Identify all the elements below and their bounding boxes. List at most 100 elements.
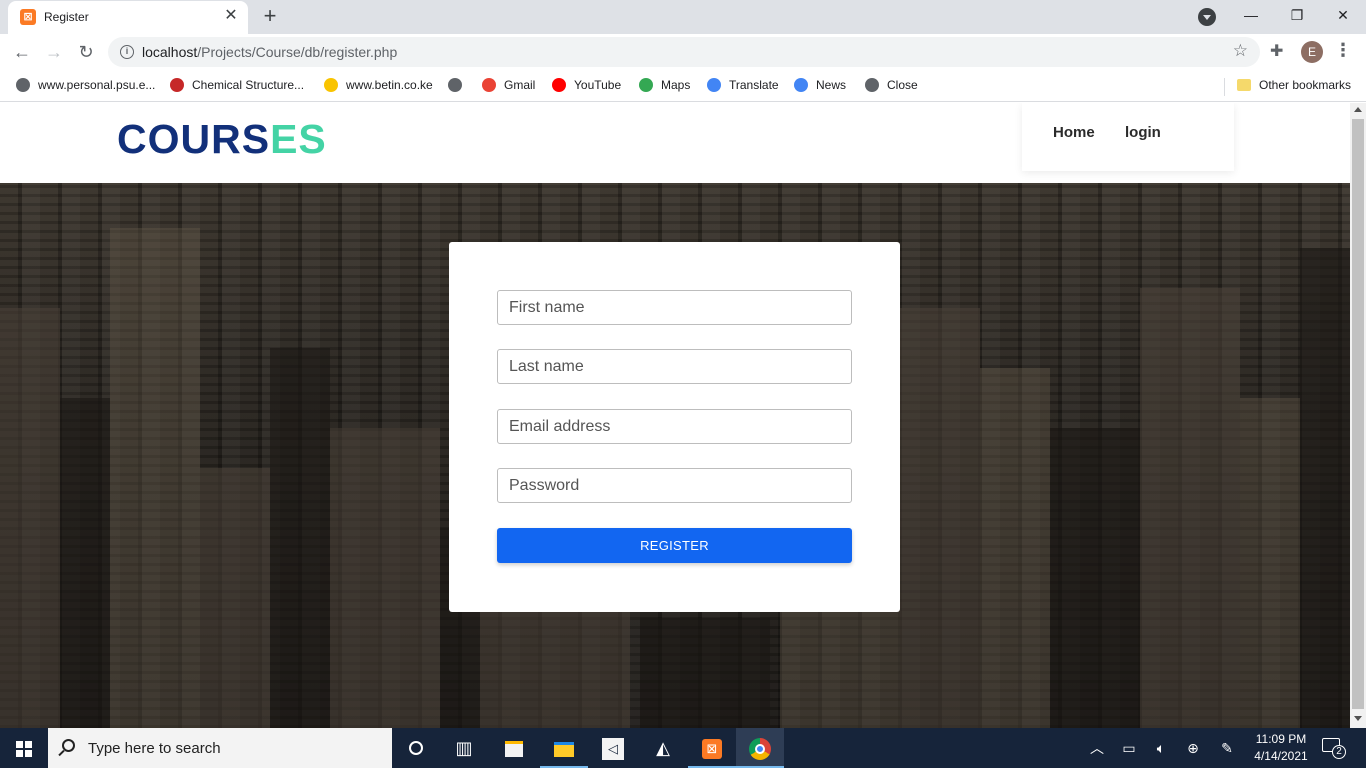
bookmark-label: Translate	[729, 78, 779, 92]
chemical-icon	[170, 78, 184, 92]
task-view-icon[interactable]: ▥	[440, 728, 488, 768]
forward-arrow-icon[interactable]: →	[41, 39, 67, 65]
email-input[interactable]	[497, 409, 852, 444]
profile-avatar[interactable]: E	[1301, 41, 1323, 63]
bookmark-label: Gmail	[504, 78, 536, 92]
browser-toolbar: ← → ↻ i localhost/Projects/Course/db/reg…	[0, 34, 1366, 70]
back-arrow-icon[interactable]: ←	[9, 39, 35, 65]
hero-city-background: REGISTER	[0, 183, 1350, 728]
battery-icon[interactable]: ▭	[1118, 728, 1140, 768]
bookmark-star-icon[interactable]: ☆	[1233, 41, 1248, 61]
skyline-building	[330, 428, 440, 728]
globe-icon	[865, 78, 879, 92]
translate-icon	[707, 78, 721, 92]
start-button[interactable]	[0, 728, 48, 768]
file-explorer-icon[interactable]	[540, 728, 588, 768]
page-scrollbar[interactable]	[1350, 103, 1366, 728]
xampp-favicon-icon: ⊠	[20, 9, 36, 25]
info-icon[interactable]: i	[120, 45, 134, 59]
bookmarks-separator	[1224, 78, 1225, 96]
bookmark-item[interactable]: Chemical Structure...	[170, 77, 304, 95]
site-nav: Home login	[1022, 103, 1234, 171]
store-icon[interactable]	[490, 728, 538, 768]
bookmark-item[interactable]: Close	[865, 77, 918, 95]
skyline-building	[640, 618, 770, 728]
taskbar-search-box[interactable]: Type here to search	[48, 728, 392, 768]
nav-home-link[interactable]: Home	[1053, 124, 1095, 141]
notification-count-badge: 2	[1332, 745, 1346, 759]
close-tab-icon[interactable]: ✕	[222, 7, 240, 25]
bookmark-item[interactable]: Gmail	[482, 77, 535, 95]
skyline-building	[60, 398, 110, 728]
globe-icon	[16, 78, 30, 92]
pen-ink-icon[interactable]: ✎	[1216, 728, 1238, 768]
page-viewport: COURSES Home login REGISTER	[0, 103, 1350, 728]
skyline-building	[980, 368, 1050, 728]
new-tab-button[interactable]: +	[258, 4, 282, 28]
bookmark-item[interactable]: www.personal.psu.e...	[16, 77, 155, 95]
globe-icon	[448, 78, 462, 92]
bookmark-item[interactable]: News	[794, 77, 846, 95]
scroll-up-arrow-icon[interactable]	[1354, 107, 1362, 112]
scroll-thumb[interactable]	[1352, 119, 1364, 709]
logo-text-part1: COURS	[117, 116, 271, 162]
volume-icon[interactable]: 🔈︎	[1150, 728, 1172, 768]
show-hidden-icons-chevron-icon[interactable]: ︿	[1086, 728, 1108, 768]
logo-text-part2: ES	[270, 116, 327, 162]
cortana-button[interactable]	[392, 728, 440, 768]
bookmark-label: Maps	[661, 78, 691, 92]
network-globe-icon[interactable]: ⊕	[1182, 728, 1204, 768]
other-bookmarks-folder[interactable]: Other bookmarks	[1237, 77, 1351, 95]
reload-icon[interactable]: ↻	[73, 39, 99, 65]
browser-tab-strip: ⊠ Register ✕ + — ❐ ✕	[0, 0, 1366, 34]
cortana-circle-icon	[409, 741, 423, 755]
restore-button[interactable]: ❐	[1274, 0, 1320, 30]
url-text[interactable]: localhost/Projects/Course/db/register.ph…	[142, 44, 397, 60]
kebab-menu-icon[interactable]: ⋮	[1334, 40, 1352, 61]
register-button[interactable]: REGISTER	[497, 528, 852, 563]
last-name-input[interactable]	[497, 349, 852, 384]
bookmark-item[interactable]: www.betin.co.ke	[324, 77, 433, 95]
skyline-building	[900, 308, 980, 728]
xampp-icon[interactable]: ⊠	[688, 728, 736, 768]
bookmark-item[interactable]	[448, 77, 470, 95]
browser-tab[interactable]: ⊠ Register ✕	[8, 1, 248, 34]
close-window-button[interactable]: ✕	[1320, 0, 1366, 30]
nav-login-link[interactable]: login	[1125, 124, 1161, 141]
scroll-down-arrow-icon[interactable]	[1354, 716, 1362, 721]
clock-time: 11:09 PM	[1255, 732, 1307, 746]
extensions-puzzle-icon[interactable]: ✚	[1270, 41, 1283, 61]
skyline-building	[200, 468, 270, 728]
skyline-building	[1240, 398, 1300, 728]
skyline-building	[270, 348, 330, 728]
password-input[interactable]	[497, 468, 852, 503]
unity-icon[interactable]: ◭	[639, 728, 687, 768]
windows-taskbar: Type here to search ▥ ◁ ◭ ⊠ ︿ ▭ 🔈︎ ⊕ ✎ 1…	[0, 728, 1366, 768]
bookmark-item[interactable]: Translate	[707, 77, 779, 95]
taskbar-clock[interactable]: 11:09 PM 4/14/2021	[1246, 731, 1316, 765]
youtube-icon	[552, 78, 566, 92]
address-bar[interactable]: i localhost/Projects/Course/db/register.…	[108, 37, 1260, 67]
site-header: COURSES Home login	[0, 103, 1350, 183]
tab-search-icon[interactable]	[1198, 8, 1216, 26]
windows-logo-icon	[16, 741, 32, 757]
visual-studio-code-icon[interactable]: ◁	[589, 728, 637, 768]
skyline-building	[1300, 248, 1350, 728]
site-logo[interactable]: COURSES	[117, 116, 327, 163]
bookmark-label: News	[816, 78, 847, 92]
bookmark-label: www.personal.psu.e...	[38, 78, 156, 92]
betin-icon	[324, 78, 338, 92]
first-name-input[interactable]	[497, 290, 852, 325]
bookmark-label: YouTube	[574, 78, 622, 92]
skyline-building	[1050, 428, 1140, 728]
bookmark-label: Close	[887, 78, 918, 92]
chrome-icon[interactable]	[736, 728, 784, 768]
maps-icon	[639, 78, 653, 92]
tab-title: Register	[44, 10, 89, 24]
minimize-button[interactable]: —	[1228, 0, 1274, 30]
skyline-building	[110, 228, 200, 728]
skyline-building	[0, 308, 60, 728]
bookmark-item[interactable]: Maps	[639, 77, 690, 95]
taskbar-search-placeholder: Type here to search	[88, 740, 221, 757]
bookmark-item[interactable]: YouTube	[552, 77, 621, 95]
